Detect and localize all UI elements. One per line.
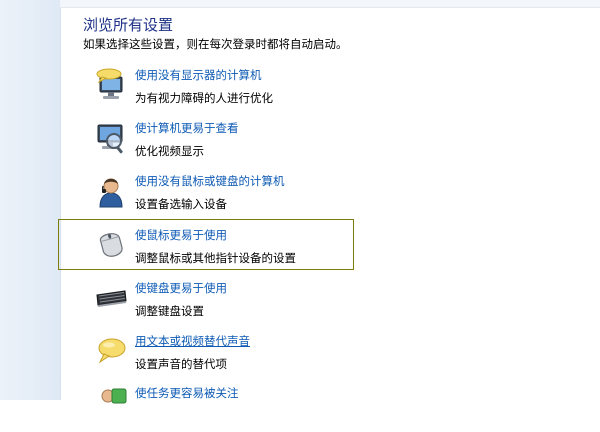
option-description: 设置备选输入设备 <box>135 197 227 211</box>
option-make-keyboard-easier[interactable]: 使键盘更易于使用 调整键盘设置 <box>86 281 526 327</box>
mouse-icon <box>94 228 128 262</box>
option-make-easier-to-see[interactable]: 使计算机更易于查看 优化视频显示 <box>86 121 526 167</box>
option-description: 为有视力障碍的人进行优化 <box>135 91 273 105</box>
option-link[interactable]: 用文本或视频替代声音 <box>135 333 250 349</box>
speech-bubble-icon <box>94 334 128 368</box>
option-description: 调整键盘设置 <box>135 304 204 318</box>
option-link[interactable]: 使计算机更易于查看 <box>135 120 239 136</box>
keyboard-icon <box>94 281 128 315</box>
task-focus-icon <box>94 386 128 420</box>
page-title: 浏览所有设置 <box>83 16 174 34</box>
option-link[interactable]: 使键盘更易于使用 <box>135 280 227 296</box>
user-person-icon <box>94 174 128 208</box>
header: 浏览所有设置 如果选择这些设置，则在每次登录时都将自动启动。 <box>83 14 348 52</box>
monitor-speech-icon <box>94 68 128 102</box>
page-subtitle: 如果选择这些设置，则在每次登录时都将自动启动。 <box>83 37 348 51</box>
option-easier-to-focus[interactable]: 使任务更容易被关注 <box>86 386 526 432</box>
option-replace-sounds[interactable]: 用文本或视频替代声音 设置声音的替代项 <box>86 334 526 380</box>
option-description: 设置声音的替代项 <box>135 357 227 371</box>
top-strip <box>60 0 600 8</box>
left-navigation-pane <box>0 0 61 400</box>
option-description: 优化视频显示 <box>135 144 204 158</box>
option-use-without-display[interactable]: 使用没有显示器的计算机 为有视力障碍的人进行优化 <box>86 68 526 114</box>
option-link[interactable]: 使鼠标更易于使用 <box>135 227 227 243</box>
option-use-without-mouse-keyboard[interactable]: 使用没有鼠标或键盘的计算机 设置备选输入设备 <box>86 174 526 220</box>
option-description: 调整鼠标或其他指针设备的设置 <box>135 251 296 265</box>
option-make-mouse-easier[interactable]: 使鼠标更易于使用 调整鼠标或其他指针设备的设置 <box>86 228 526 274</box>
option-link[interactable]: 使用没有显示器的计算机 <box>135 67 262 83</box>
magnifier-monitor-icon <box>94 121 128 155</box>
option-link[interactable]: 使任务更容易被关注 <box>135 385 239 401</box>
option-link[interactable]: 使用没有鼠标或键盘的计算机 <box>135 173 285 189</box>
